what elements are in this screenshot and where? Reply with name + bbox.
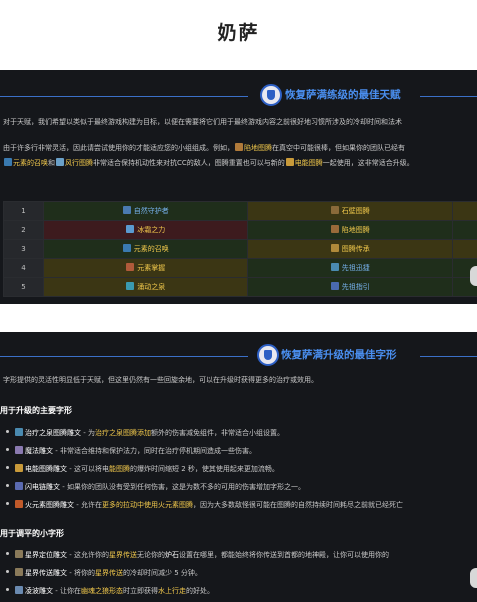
talent-cell[interactable]: 先祖迅捷: [247, 258, 454, 278]
glyph-icon: [15, 446, 23, 454]
glyph-icon: [15, 500, 23, 508]
link-capacitor-totem[interactable]: 电能图腾: [295, 159, 323, 167]
talent-cell[interactable]: 元素掌握: [42, 258, 249, 278]
major-glyphs-title: 用于升级的主要字形: [0, 406, 72, 415]
glyphs-panel: 恢复萨满升级的最佳字形 字形提供的灵活性明显低于天赋，但这里仍然有一些回旋余地，…: [0, 332, 477, 602]
talents-paragraph-3: 元素的召唤和 风行图腾非常适合保持机动性来对抗CC的敌人，图腾重置也可以与新的 电能…: [3, 158, 477, 168]
link-earthgrab-totem[interactable]: 陷地图腾: [244, 144, 272, 152]
glyph-name[interactable]: 魔法雕文: [25, 447, 53, 455]
talent-icon: [330, 282, 339, 290]
glyphs-intro: 字形提供的灵活性明显低于天赋，但这里仍然有一些回旋余地，可以在升级时获得更多的治…: [3, 376, 318, 384]
minor-glyphs-title: 用于调平的小字形: [0, 529, 64, 538]
talent-icon: [122, 206, 131, 214]
header-divider-left: [0, 96, 248, 97]
talents-panel: 恢复萨满练级的最佳天赋 对于天赋，我们希望以类似于最终游戏构建为目标，以便在需要…: [0, 70, 477, 304]
list-item: 电能图腾雕文 - 这可以将电能图腾的爆炸时间缩短 2 秒，使其使用起来更加流畅。: [6, 464, 279, 474]
talent-cell[interactable]: 先祖指引: [247, 277, 454, 297]
glyph-name[interactable]: 凌波雕文: [25, 587, 53, 595]
link-windrush-totem[interactable]: 风行图腾: [65, 159, 93, 167]
list-item: 闪电链雕文 - 如果你的团队没有受到任何伤害，这是为数不多的可用的伤害增加字形之…: [6, 482, 305, 492]
table-row: 4 元素掌握 先祖迅捷: [3, 258, 477, 278]
glyph-name[interactable]: 治疗之泉图腾雕文: [25, 429, 81, 437]
talent-icon: [330, 225, 339, 233]
talent-cell[interactable]: 石壁图腾: [247, 201, 454, 221]
table-row: 3 元素的召唤 图腾传承: [3, 239, 477, 259]
glyph-icon: [15, 464, 23, 472]
glyph-name[interactable]: 星界定位雕文: [25, 551, 67, 559]
talents-paragraph-1: 对于天赋，我们希望以类似于最终游戏构建为目标，以便在需要将它们用于最终游戏内容之…: [3, 118, 402, 126]
capacitor-totem-icon: [285, 158, 294, 166]
glyph-name[interactable]: 火元素图腾雕文: [25, 501, 74, 509]
talents-header-title: 恢复萨满练级的最佳天赋: [285, 89, 401, 101]
earthgrab-totem-icon: [235, 143, 243, 151]
scroll-tab-icon[interactable]: [470, 568, 477, 588]
header-divider-right: [420, 96, 477, 97]
shaman-emblem-icon: [260, 84, 282, 106]
header-divider-left: [0, 356, 248, 357]
table-row: 5 涌动之泉 先祖指引: [3, 277, 477, 297]
talent-icon: [122, 244, 131, 252]
glyph-name[interactable]: 星界传送雕文: [25, 569, 67, 577]
glyph-name[interactable]: 闪电链雕文: [25, 483, 60, 491]
header-divider-right: [420, 356, 477, 357]
row-number: 1: [3, 201, 44, 221]
talent-icon: [330, 244, 339, 252]
list-item: 星界定位雕文 - 这允许你的星界传送无论你的炉石设置在哪里，都能始终将你传送到首…: [6, 550, 389, 560]
row-number: 4: [3, 258, 44, 278]
glyphs-header: 恢复萨满升级的最佳字形: [0, 344, 477, 370]
talent-cell[interactable]: 陷地图腾: [247, 220, 454, 240]
talent-cell[interactable]: 元素的召唤: [42, 239, 249, 259]
glyphs-header-title: 恢复萨满升级的最佳字形: [281, 349, 397, 361]
link-call-of-elements[interactable]: 元素的召唤: [13, 159, 48, 167]
talent-icon: [330, 263, 339, 271]
call-of-elements-icon: [4, 158, 12, 166]
talents-header: 恢复萨满练级的最佳天赋: [0, 84, 477, 110]
table-row: 1 自然守护者 石壁图腾: [3, 201, 477, 221]
talent-table: 1 自然守护者 石壁图腾 2 冰霜之力 陷地图腾 3 元素的召唤 图腾传承 4 …: [3, 201, 477, 297]
row-number: 3: [3, 239, 44, 259]
list-item: 魔法雕文 - 非常适合维持和保护法力，同时在治疗停机期间造成一些伤害。: [6, 446, 256, 456]
talent-icon: [126, 282, 135, 290]
glyph-icon: [15, 550, 23, 558]
list-item: 凌波雕文 - 让你在幽魂之狼形态时立即获得水上行走的好处。: [6, 586, 214, 596]
talent-cell[interactable]: 涌动之泉: [42, 277, 249, 297]
table-row: 2 冰霜之力 陷地图腾: [3, 220, 477, 240]
talent-cell[interactable]: 图腾传承: [247, 239, 454, 259]
talent-icon: [330, 206, 339, 214]
row-number: 5: [3, 277, 44, 297]
talent-icon: [126, 263, 135, 271]
talent-icon: [126, 225, 135, 233]
glyph-name[interactable]: 电能图腾雕文: [25, 465, 67, 473]
talent-cell[interactable]: 冰霜之力: [42, 220, 249, 240]
glyph-icon: [15, 568, 23, 576]
scroll-tab-icon[interactable]: [470, 266, 477, 286]
windrush-totem-icon: [56, 158, 64, 166]
glyph-icon: [15, 586, 23, 594]
list-item: 治疗之泉图腾雕文 - 为治疗之泉图腾添加额外的伤害减免组件，非常适合小组设置。: [6, 428, 284, 438]
glyph-icon: [15, 482, 23, 490]
shaman-emblem-icon: [257, 344, 279, 366]
page-title: 奶萨: [217, 22, 260, 44]
glyph-icon: [15, 428, 23, 436]
talents-paragraph-2: 由于许多行非常灵活，因此请尝试使用你的才能适应您的小组组成。例如， 陷地图腾在真空…: [3, 143, 405, 152]
talent-cell[interactable]: 自然守护者: [42, 201, 249, 221]
row-number: 2: [3, 220, 44, 240]
list-item: 星界传送雕文 - 将你的星界传送的冷却时间减少 5 分钟。: [6, 568, 202, 578]
list-item: 火元素图腾雕文 - 允许在更多的拉动中使用火元素图腾，因为大多数敌怪很可能在图腾…: [6, 500, 403, 510]
